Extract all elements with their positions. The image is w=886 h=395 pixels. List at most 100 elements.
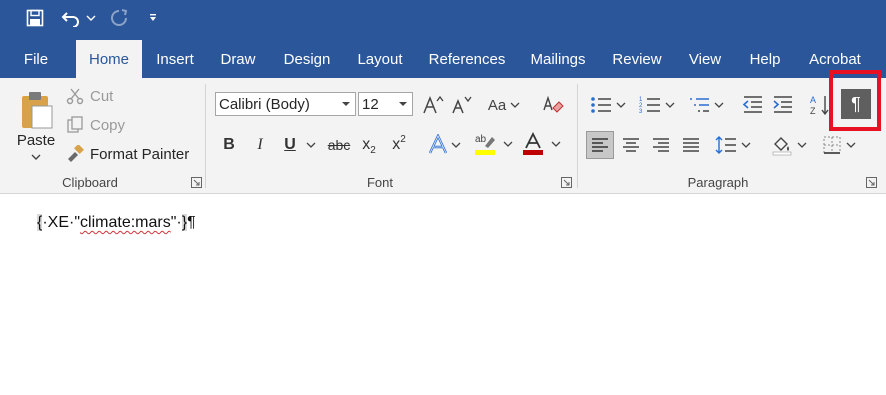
chevron-down-icon (846, 142, 856, 148)
italic-button[interactable]: I (250, 133, 270, 157)
shading-icon (772, 137, 792, 156)
customize-qat-button[interactable] (144, 5, 162, 31)
title-bar (0, 0, 886, 36)
line-spacing-button[interactable] (712, 131, 754, 159)
align-left-icon (592, 138, 608, 152)
increase-indent-button[interactable] (770, 93, 796, 117)
clipboard-group-label: Clipboard (62, 175, 118, 190)
font-name-value: Calibri (Body) (219, 95, 310, 113)
bullets-button[interactable] (586, 93, 630, 117)
format-painter-icon (68, 145, 84, 162)
tab-help[interactable]: Help (742, 40, 788, 78)
bold-button[interactable]: B (219, 133, 239, 157)
align-right-icon (653, 138, 669, 152)
chevron-down-icon (399, 102, 407, 106)
font-group-label: Font (366, 175, 393, 190)
tab-references[interactable]: References (424, 40, 510, 78)
grow-font-button[interactable] (421, 93, 445, 117)
tab-review[interactable]: Review (606, 40, 668, 78)
highlight-callout (829, 70, 881, 131)
tab-layout[interactable]: Layout (350, 40, 410, 78)
chevron-down-icon (86, 15, 96, 21)
chevron-down-icon (342, 102, 350, 106)
tab-mailings[interactable]: Mailings (524, 40, 592, 78)
chevron-down-icon (306, 142, 316, 148)
tab-home[interactable]: Home (76, 40, 142, 78)
space-dot: · (176, 214, 182, 231)
clipboard-launcher-icon[interactable] (191, 177, 202, 188)
highlight-color-button[interactable]: ab (472, 131, 514, 157)
center-button[interactable] (618, 131, 644, 159)
highlighter-icon: ab (475, 134, 495, 155)
strikethrough-button[interactable]: abc (326, 133, 352, 157)
chevron-down-icon (503, 141, 513, 147)
undo-dropdown[interactable] (84, 5, 98, 31)
align-left-button[interactable] (586, 131, 614, 159)
redo-button[interactable] (106, 5, 132, 31)
save-icon (26, 9, 44, 27)
customize-icon (150, 14, 156, 21)
chevron-down-icon (510, 102, 520, 108)
copy-icon (67, 116, 83, 133)
underline-button[interactable]: U (280, 133, 300, 157)
undo-button[interactable] (58, 5, 84, 31)
clear-formatting-icon (543, 95, 564, 113)
font-color-button[interactable] (520, 131, 562, 157)
numbering-button[interactable]: 123 (635, 93, 679, 117)
cut-icon (66, 88, 84, 105)
clear-formatting-button[interactable] (540, 93, 566, 117)
format-painter-label: Format Painter (90, 145, 190, 163)
align-center-icon (623, 138, 639, 152)
tab-draw[interactable]: Draw (214, 40, 262, 78)
bold-label: B (223, 136, 235, 153)
chevron-down-icon (31, 154, 41, 160)
undo-icon (61, 12, 79, 27)
text-effects-button[interactable] (424, 133, 464, 157)
change-case-button[interactable]: Aa (484, 93, 524, 117)
chevron-down-icon (714, 102, 724, 108)
font-size-dropdown[interactable]: 12 (358, 92, 413, 116)
multilevel-list-icon (690, 98, 709, 112)
line-spacing-icon (715, 136, 736, 154)
superscript-button[interactable]: x2 (388, 133, 410, 157)
copy-label: Copy (90, 116, 126, 134)
shrink-font-button[interactable] (449, 93, 473, 117)
tab-insert[interactable]: Insert (150, 40, 200, 78)
chevron-down-icon (616, 102, 626, 108)
subscript-button[interactable]: x2 (358, 133, 380, 157)
format-painter-button[interactable]: Format Painter (66, 143, 189, 165)
underline-dropdown[interactable] (304, 133, 318, 157)
document-text-line[interactable]: {·XE·"climate:mars"·}¶ (37, 214, 196, 232)
cut-button[interactable]: Cut (66, 85, 113, 107)
paste-label: Paste (16, 131, 56, 149)
superscript-base: x (392, 136, 401, 153)
borders-button[interactable] (818, 131, 860, 159)
save-button[interactable] (22, 5, 48, 31)
justify-button[interactable] (678, 131, 704, 159)
decrease-indent-button[interactable] (740, 93, 766, 117)
shading-button[interactable] (768, 131, 810, 159)
tab-file[interactable]: File (16, 40, 56, 78)
svg-text:A: A (810, 95, 816, 105)
font-name-dropdown[interactable]: Calibri (Body) (215, 92, 356, 116)
svg-text:ab: ab (475, 134, 487, 145)
paragraph-launcher-icon[interactable] (866, 177, 877, 188)
font-launcher-icon[interactable] (561, 177, 572, 188)
chevron-down-icon (551, 141, 561, 147)
cut-label: Cut (90, 87, 114, 105)
change-case-label: Aa (487, 96, 507, 114)
chevron-down-icon (797, 142, 807, 148)
tab-view[interactable]: View (682, 40, 728, 78)
paste-button[interactable]: Paste (12, 84, 60, 166)
copy-button[interactable]: Copy (66, 114, 125, 136)
italic-label: I (257, 136, 263, 153)
tab-design[interactable]: Design (276, 40, 338, 78)
bullets-icon (591, 97, 611, 113)
group-divider (577, 84, 578, 188)
borders-icon (823, 136, 841, 154)
svg-text:3: 3 (639, 109, 643, 115)
superscript-sup: 2 (400, 133, 406, 145)
multilevel-list-button[interactable] (684, 93, 728, 117)
numbering-icon: 123 (639, 97, 660, 115)
align-right-button[interactable] (648, 131, 674, 159)
